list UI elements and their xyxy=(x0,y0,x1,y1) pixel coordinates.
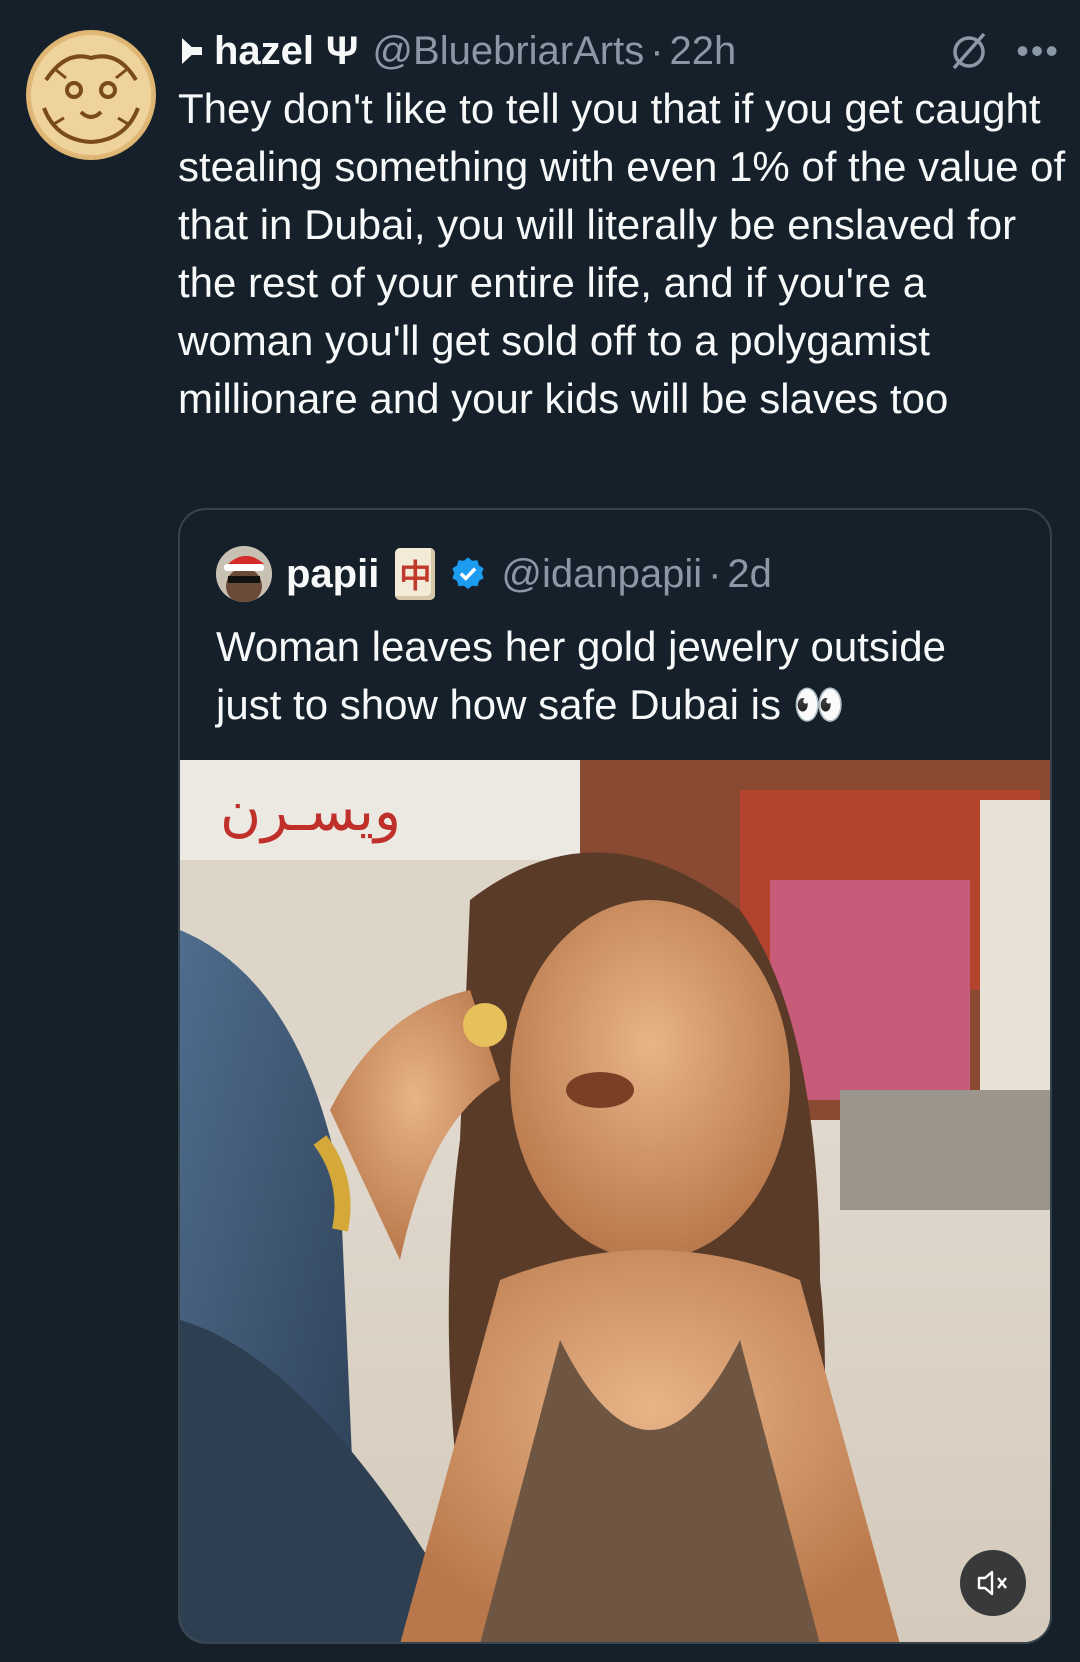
video-frame: ويسـرن xyxy=(180,760,1050,1642)
store-sign-text: ويسـرن xyxy=(220,779,401,844)
arrow-pin-icon xyxy=(182,38,202,64)
name-symbol: Ψ xyxy=(326,28,359,73)
mahjong-badge-icon: 中 xyxy=(395,548,436,600)
author-avatar[interactable] xyxy=(26,30,156,160)
tweet-text: They don't like to tell you that if you … xyxy=(178,85,1066,422)
avatar-santa-hat-icon xyxy=(216,546,272,602)
author-name[interactable]: hazel xyxy=(214,29,314,74)
separator-dot: · xyxy=(650,28,664,73)
video-media[interactable]: ويسـرن xyxy=(180,760,1050,1642)
quoted-tweet[interactable]: papii 中 @idanpapii · 2d Woman leaves her… xyxy=(178,508,1052,1644)
mute-speaker-icon xyxy=(977,1570,1007,1596)
quoted-author-name[interactable]: papii xyxy=(286,552,379,597)
quoted-tweet-header: papii 中 @idanpapii · 2d xyxy=(216,546,772,602)
quoted-author-avatar[interactable] xyxy=(216,546,272,602)
avatar-lion-icon xyxy=(31,35,151,155)
verified-badge-icon xyxy=(449,555,487,593)
tweet-header: hazel Ψ @BluebriarArts · 22h ••• xyxy=(178,24,1060,78)
author-handle[interactable]: @BluebriarArts xyxy=(372,29,644,74)
mute-button[interactable] xyxy=(960,1550,1026,1616)
grok-icon[interactable] xyxy=(948,30,990,72)
separator-dot: · xyxy=(708,551,722,596)
quoted-tweet-time[interactable]: 2d xyxy=(727,552,772,597)
quoted-tweet-text: Woman leaves her gold jewelry outside ju… xyxy=(216,623,946,728)
quoted-author-handle[interactable]: @idanpapii xyxy=(501,552,702,597)
more-icon[interactable]: ••• xyxy=(1016,30,1060,72)
tweet-time[interactable]: 22h xyxy=(670,29,737,74)
